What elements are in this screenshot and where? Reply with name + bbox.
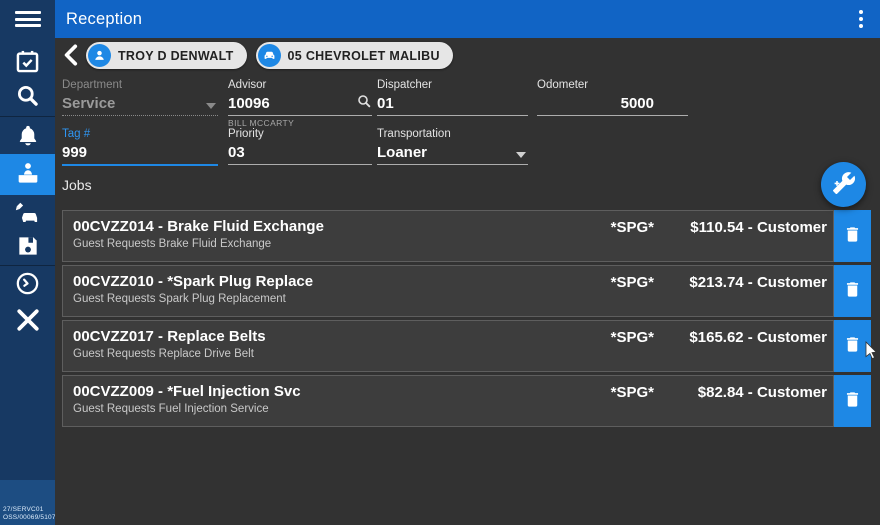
car-icon (257, 44, 281, 67)
tag-number-label: Tag # (62, 128, 91, 140)
job-title: 00CVZZ010 - *Spark Plug Replace (73, 273, 314, 290)
odometer-label: Odometer (537, 79, 589, 91)
job-row[interactable]: 00CVZZ014 - Brake Fluid Exchange Guest R… (62, 210, 871, 262)
job-row[interactable]: 00CVZZ010 - *Spark Plug Replace Guest Re… (62, 265, 871, 317)
trash-icon (843, 225, 862, 247)
sidebar-item-search[interactable] (0, 79, 55, 115)
sidebar: 27/SERVC01 OSS/00069/5107 (0, 0, 55, 525)
job-price-payer: $213.74 - Customer (689, 274, 827, 291)
back-chevron-icon (59, 42, 85, 71)
person-icon (88, 44, 111, 67)
priority-field[interactable]: Priority (228, 128, 372, 165)
save-icon (15, 233, 41, 262)
advisor-helper-text: BILL MCCARTY (228, 118, 295, 128)
vehicle-name: 05 CHEVROLET MALIBU (287, 48, 440, 63)
priority-input[interactable] (228, 144, 372, 164)
delete-job-button[interactable] (834, 375, 871, 427)
back-button[interactable] (58, 42, 86, 70)
terminal-line-2: OSS/00069/5107 (3, 514, 56, 521)
advisor-search-icon[interactable] (356, 93, 372, 112)
search-icon (14, 82, 41, 112)
wrench-plus-icon (832, 171, 856, 198)
job-spg-tag: *SPG* (610, 329, 654, 346)
terminal-status-box: 27/SERVC01 OSS/00069/5107 (0, 480, 55, 525)
job-price-payer: $165.62 - Customer (689, 329, 827, 346)
chevron-down-icon (516, 152, 526, 158)
job-subtitle: Guest Requests Spark Plug Replacement (73, 293, 286, 305)
transportation-field[interactable]: Transportation Loaner (377, 128, 528, 165)
vehicle-chip[interactable]: 05 CHEVROLET MALIBU (255, 42, 453, 69)
sidebar-divider (0, 265, 55, 266)
sidebar-item-save[interactable] (0, 229, 55, 265)
transportation-label: Transportation (377, 128, 451, 140)
dispatcher-input[interactable] (377, 95, 528, 115)
job-title: 00CVZZ017 - Replace Belts (73, 328, 266, 345)
priority-label: Priority (228, 128, 264, 140)
advisor-label: Advisor (228, 79, 267, 91)
sidebar-divider (0, 116, 55, 117)
sidebar-item-pending[interactable] (0, 267, 55, 303)
content-area: TROY D DENWALT 05 CHEVROLET MALIBU Depar… (55, 38, 880, 525)
dispatcher-label: Dispatcher (377, 79, 432, 91)
chevron-down-icon (206, 103, 216, 109)
jobs-section-label: Jobs (62, 177, 92, 193)
hamburger-menu-icon[interactable] (0, 0, 55, 38)
vehicle-inspection-icon (14, 199, 42, 230)
kebab-menu-icon[interactable] (846, 4, 876, 34)
job-title: 00CVZZ014 - Brake Fluid Exchange (73, 218, 324, 235)
tag-number-field[interactable]: Tag # (62, 128, 218, 166)
add-job-button[interactable] (821, 162, 866, 207)
close-icon (14, 306, 42, 337)
context-chips: TROY D DENWALT 05 CHEVROLET MALIBU (86, 42, 453, 69)
job-price-payer: $82.84 - Customer (697, 384, 827, 401)
dispatcher-field[interactable]: Dispatcher (377, 79, 528, 116)
job-row[interactable]: 00CVZZ017 - Replace Belts Guest Requests… (62, 320, 871, 372)
job-subtitle: Guest Requests Replace Drive Belt (73, 348, 254, 360)
advisor-input[interactable] (228, 95, 356, 115)
sidebar-item-vehicle[interactable] (0, 196, 55, 232)
job-subtitle: Guest Requests Fuel Injection Service (73, 403, 269, 415)
pending-clock-icon (14, 270, 41, 300)
trash-icon (843, 390, 862, 412)
sidebar-item-reception[interactable] (0, 154, 55, 195)
reception-desk-icon (14, 159, 42, 190)
advisor-field[interactable]: Advisor BILL MCCARTY (228, 79, 372, 128)
trash-icon (843, 335, 862, 357)
sidebar-item-close[interactable] (0, 303, 55, 339)
delete-job-button[interactable] (834, 210, 871, 262)
job-spg-tag: *SPG* (610, 274, 654, 291)
job-row[interactable]: 00CVZZ009 - *Fuel Injection Svc Guest Re… (62, 375, 871, 427)
department-label: Department (62, 79, 123, 91)
customer-chip[interactable]: TROY D DENWALT (86, 42, 247, 69)
terminal-line-1: 27/SERVC01 (3, 506, 44, 513)
sidebar-item-notifications[interactable] (0, 119, 55, 155)
job-subtitle: Guest Requests Brake Fluid Exchange (73, 238, 272, 250)
transportation-value: Loaner (377, 144, 428, 161)
app-bar: Reception (55, 0, 880, 38)
appointments-calendar-icon (14, 48, 41, 78)
tag-number-input[interactable] (62, 144, 218, 164)
notifications-bell-icon (15, 123, 41, 152)
odometer-input[interactable] (537, 95, 688, 115)
job-spg-tag: *SPG* (610, 219, 654, 236)
page-title: Reception (66, 9, 143, 28)
department-field[interactable]: Department Service (62, 79, 218, 116)
odometer-field[interactable]: Odometer (537, 79, 688, 116)
job-title: 00CVZZ009 - *Fuel Injection Svc (73, 383, 301, 400)
customer-name: TROY D DENWALT (118, 48, 234, 63)
trash-icon (843, 280, 862, 302)
job-spg-tag: *SPG* (610, 384, 654, 401)
jobs-list: 00CVZZ014 - Brake Fluid Exchange Guest R… (62, 210, 871, 430)
delete-job-button[interactable] (834, 265, 871, 317)
sidebar-item-appointments[interactable] (0, 45, 55, 81)
department-value: Service (62, 95, 116, 112)
job-price-payer: $110.54 - Customer (690, 219, 827, 236)
delete-job-button[interactable] (834, 320, 871, 372)
